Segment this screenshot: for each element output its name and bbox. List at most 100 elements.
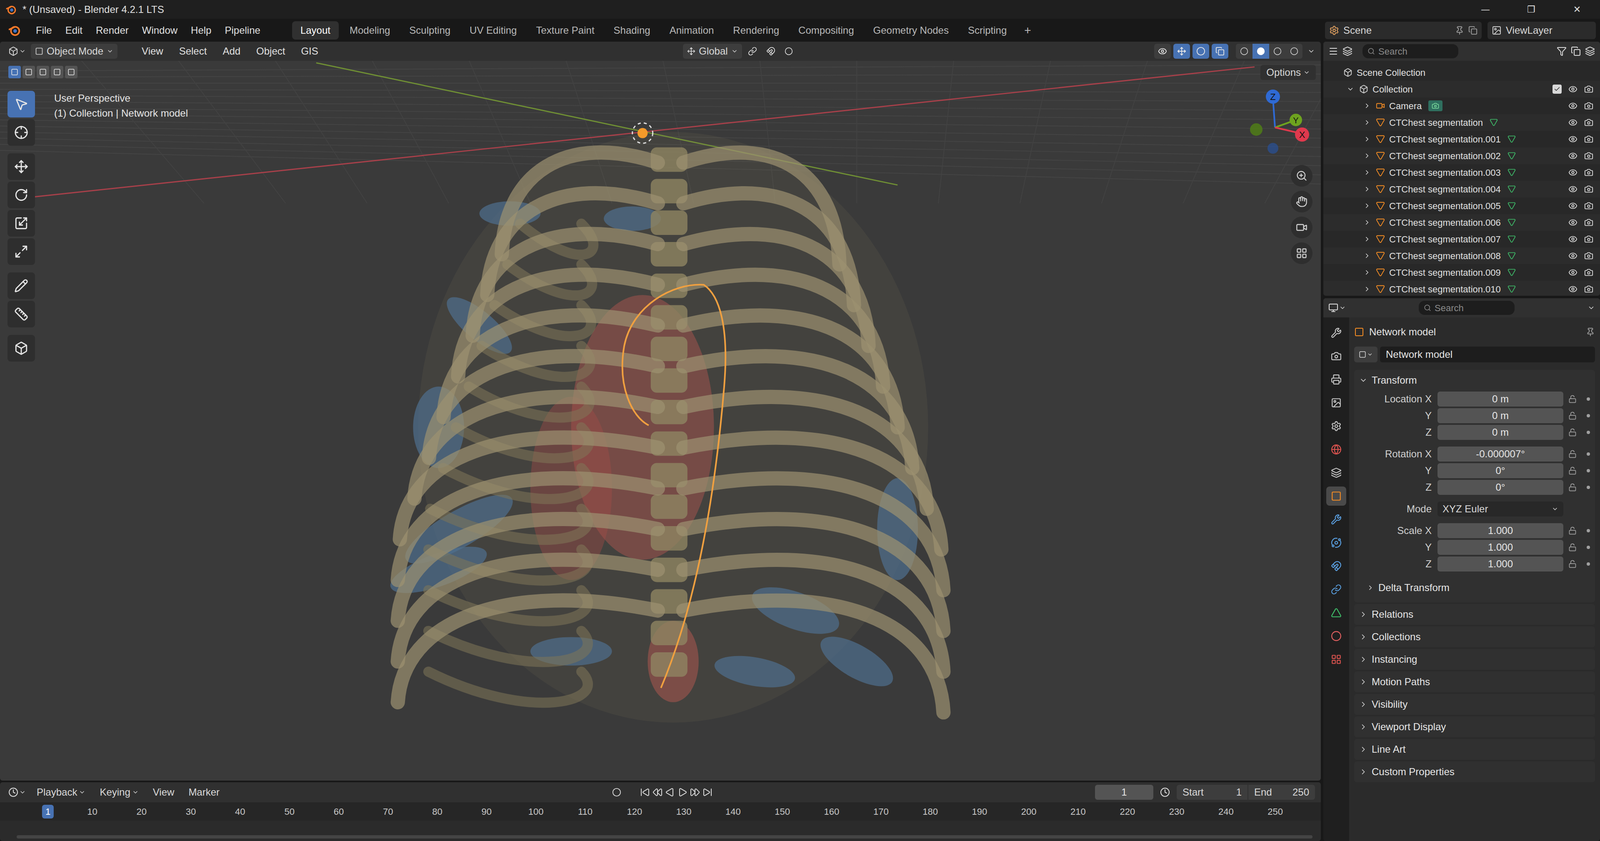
render-camera-icon[interactable] — [1584, 251, 1594, 261]
workspace-tab[interactable]: Modeling — [341, 21, 399, 40]
viewport-menu[interactable]: Add — [215, 43, 248, 59]
cursor-tool[interactable] — [7, 119, 35, 146]
scene-tab[interactable] — [1326, 416, 1347, 436]
proportional-button[interactable] — [781, 47, 797, 56]
lock-icon[interactable] — [1568, 466, 1577, 475]
expand-icon[interactable] — [1346, 85, 1355, 93]
outliner-row[interactable]: CTChest segmentation.010 — [1323, 280, 1600, 296]
lock-icon[interactable] — [1568, 450, 1577, 459]
collection-tab[interactable] — [1326, 463, 1347, 483]
eye-icon[interactable] — [1568, 217, 1578, 228]
keyframe-dot[interactable] — [1586, 545, 1590, 550]
menu-item[interactable]: File — [29, 20, 59, 41]
render-camera-icon[interactable] — [1584, 134, 1594, 144]
menu-item[interactable]: Pipeline — [217, 20, 267, 41]
eye-icon[interactable] — [1568, 134, 1578, 144]
lock-icon[interactable] — [1568, 543, 1577, 552]
timeline-menu[interactable]: Marker — [182, 785, 226, 800]
lock-icon[interactable] — [1568, 526, 1577, 535]
outliner-row[interactable]: CTChest segmentation.003 — [1323, 164, 1600, 181]
keyframe-dot[interactable] — [1586, 529, 1590, 533]
keyframe-dot[interactable] — [1586, 397, 1590, 401]
rendered-shading-button[interactable] — [1285, 43, 1303, 59]
view-layer-tab[interactable] — [1326, 393, 1347, 413]
preview-range-icon[interactable] — [1160, 787, 1170, 798]
keyframe-dot[interactable] — [1586, 562, 1590, 566]
number-field[interactable]: 1.000 — [1437, 556, 1564, 572]
lock-icon[interactable] — [1568, 483, 1577, 492]
viewport-menu[interactable]: View — [135, 43, 170, 59]
number-field[interactable]: 0° — [1437, 480, 1564, 495]
pivot-button[interactable] — [744, 46, 761, 56]
lock-icon[interactable] — [1568, 428, 1577, 437]
overlays-toggle[interactable] — [1192, 43, 1210, 59]
annotate-tool[interactable] — [7, 272, 35, 300]
workspace-tab[interactable]: Rendering — [724, 21, 788, 40]
nav-button[interactable] — [1290, 190, 1313, 213]
transform-tool[interactable] — [7, 238, 35, 265]
subpanel-header[interactable]: Delta Transform — [1354, 577, 1595, 599]
outliner-editor-icon[interactable] — [1328, 46, 1339, 57]
timeline-ruler[interactable]: 1102030405060708090100110120130140150160… — [0, 802, 1321, 821]
output-tab[interactable] — [1326, 370, 1347, 390]
view-layer-selector[interactable]: ViewLayer — [1487, 21, 1596, 40]
viewport-menu[interactable]: Select — [172, 43, 214, 59]
workspace-tab[interactable]: Scripting — [959, 21, 1015, 40]
properties-search[interactable]: Search — [1418, 300, 1515, 315]
select-mode-button[interactable] — [8, 65, 21, 79]
workspace-tab[interactable]: Compositing — [790, 21, 863, 40]
workspace-tab[interactable]: Animation — [661, 21, 723, 40]
workspace-tab[interactable]: Geometry Nodes — [865, 21, 958, 40]
collapse-icon[interactable] — [1363, 152, 1371, 160]
pin-icon[interactable] — [1585, 327, 1595, 337]
outliner-search[interactable]: Search — [1362, 44, 1459, 59]
render-camera-icon[interactable] — [1584, 217, 1594, 228]
dropdown-icon[interactable] — [1307, 47, 1315, 55]
outliner-row[interactable]: Camera — [1323, 97, 1600, 115]
collapse-icon[interactable] — [1363, 185, 1371, 193]
select-mode-button[interactable] — [36, 65, 50, 79]
lock-icon[interactable] — [1568, 411, 1577, 420]
outliner-row[interactable]: CTChest segmentation.001 — [1323, 130, 1600, 148]
render-camera-icon[interactable] — [1584, 284, 1594, 294]
outliner-row[interactable]: CTChest segmentation.002 — [1323, 147, 1600, 165]
visibility-toggle[interactable] — [1154, 43, 1171, 59]
blender-menu[interactable] — [0, 24, 30, 37]
render-camera-icon[interactable] — [1584, 151, 1594, 161]
collapse-icon[interactable] — [1363, 218, 1371, 227]
display-mode-icon[interactable] — [1342, 46, 1353, 57]
lock-icon[interactable] — [1568, 395, 1577, 404]
exclude-checkbox[interactable] — [1552, 84, 1562, 94]
xray-toggle[interactable] — [1211, 43, 1229, 59]
collapse-icon[interactable] — [1363, 252, 1371, 260]
panel-header[interactable]: Transform — [1354, 370, 1595, 391]
render-camera-icon[interactable] — [1584, 234, 1594, 244]
orientation-dropdown[interactable]: Global — [682, 43, 742, 59]
render-camera-icon[interactable] — [1584, 101, 1594, 111]
jump-end-icon[interactable] — [702, 787, 713, 798]
collapse-icon[interactable] — [1363, 135, 1371, 143]
modifiers-tab[interactable] — [1326, 510, 1347, 530]
end-frame-field[interactable]: End250 — [1248, 785, 1315, 800]
world-tab[interactable] — [1326, 440, 1347, 460]
workspace-tab[interactable]: Shading — [605, 21, 659, 40]
eye-icon[interactable] — [1568, 117, 1578, 128]
add-workspace-button[interactable]: + — [1017, 21, 1038, 40]
options-button[interactable]: Options — [1260, 65, 1316, 80]
object-tab[interactable] — [1326, 486, 1347, 506]
scene-selector[interactable]: Scene — [1325, 21, 1482, 40]
render-camera-icon[interactable] — [1584, 167, 1594, 178]
collapse-icon[interactable] — [1363, 102, 1371, 110]
nav-button[interactable] — [1290, 216, 1313, 239]
datablock-browse[interactable] — [1354, 346, 1378, 363]
navigation-gizmo[interactable]: ZYX — [1245, 85, 1313, 161]
collapse-icon[interactable] — [1363, 235, 1371, 243]
eye-icon[interactable] — [1568, 284, 1578, 294]
render-camera-icon[interactable] — [1584, 117, 1594, 128]
outliner-row[interactable]: Scene Collection — [1323, 64, 1600, 81]
outliner-row[interactable]: CTChest segmentation — [1323, 114, 1600, 131]
outliner-row[interactable]: CTChest segmentation.008 — [1323, 247, 1600, 265]
collapsed-panel[interactable]: Instancing — [1354, 649, 1595, 670]
datablock-name-field[interactable]: Network model — [1380, 346, 1595, 363]
filter-icon[interactable] — [1556, 46, 1567, 57]
